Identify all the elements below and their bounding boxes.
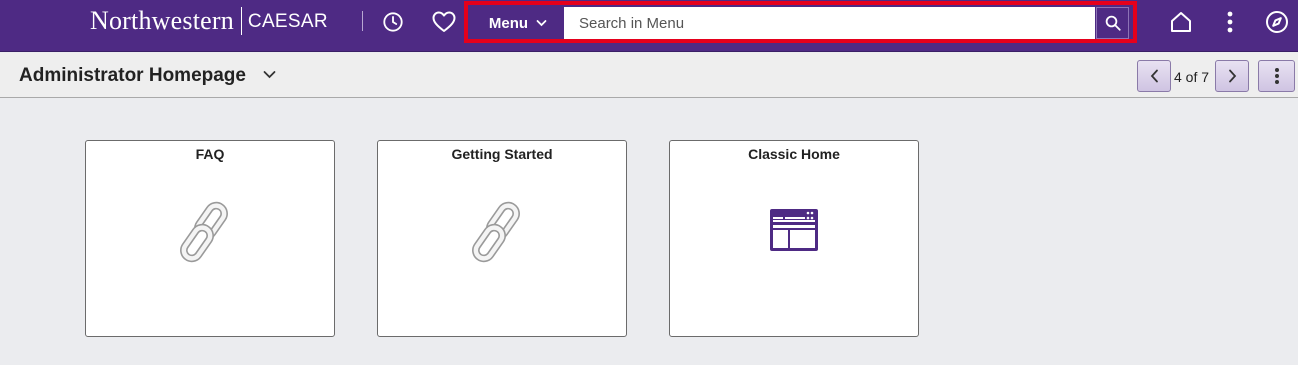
search-button[interactable] bbox=[1096, 7, 1129, 39]
page-actions-button[interactable] bbox=[1258, 60, 1295, 92]
compass-icon bbox=[1266, 11, 1288, 33]
chevron-down-icon[interactable] bbox=[263, 70, 276, 79]
favorites-button[interactable] bbox=[430, 9, 458, 35]
navigator-button[interactable] bbox=[1263, 8, 1291, 36]
search-icon bbox=[1105, 15, 1121, 31]
global-search-bar: Menu bbox=[464, 1, 1137, 43]
header-divider bbox=[362, 11, 363, 31]
brand-separator bbox=[240, 7, 242, 35]
more-vertical-icon bbox=[1274, 68, 1279, 84]
menu-button[interactable]: Menu bbox=[473, 8, 563, 38]
clock-icon bbox=[383, 12, 403, 32]
tile-getting-started[interactable]: Getting Started bbox=[377, 140, 627, 337]
page-header-bar: Administrator Homepage 4 of 7 bbox=[0, 53, 1298, 98]
tile-title: Getting Started bbox=[451, 146, 553, 162]
page-counter: 4 of 7 bbox=[1174, 69, 1210, 85]
search-input[interactable] bbox=[564, 7, 1095, 39]
recent-history-button[interactable] bbox=[380, 9, 406, 35]
top-navigation-bar: Northwestern CAESAR Menu bbox=[0, 0, 1298, 52]
home-button[interactable] bbox=[1166, 8, 1196, 36]
chevron-left-icon bbox=[1150, 69, 1158, 83]
chevron-down-icon bbox=[536, 20, 547, 27]
classic-home-icon bbox=[770, 209, 818, 251]
menu-button-label: Menu bbox=[488, 14, 529, 32]
home-icon bbox=[1171, 12, 1191, 32]
tile-title: Classic Home bbox=[748, 146, 840, 162]
tile-classic-home[interactable]: Classic Home bbox=[669, 140, 919, 337]
link-icon bbox=[180, 201, 228, 263]
chevron-right-icon bbox=[1228, 69, 1236, 83]
link-icon bbox=[472, 201, 520, 263]
app-name: CAESAR bbox=[247, 11, 328, 32]
brand-logo[interactable]: Northwestern CAESAR bbox=[90, 6, 328, 36]
tile-title: FAQ bbox=[195, 146, 225, 162]
next-page-button[interactable] bbox=[1215, 60, 1249, 92]
heart-icon bbox=[432, 11, 456, 32]
page-title[interactable]: Administrator Homepage bbox=[19, 65, 246, 87]
tile-faq[interactable]: FAQ bbox=[85, 140, 335, 337]
more-vertical-icon bbox=[1227, 11, 1233, 33]
previous-page-button[interactable] bbox=[1137, 60, 1171, 92]
brand-name: Northwestern bbox=[90, 6, 234, 35]
actions-menu-button[interactable] bbox=[1218, 8, 1242, 36]
